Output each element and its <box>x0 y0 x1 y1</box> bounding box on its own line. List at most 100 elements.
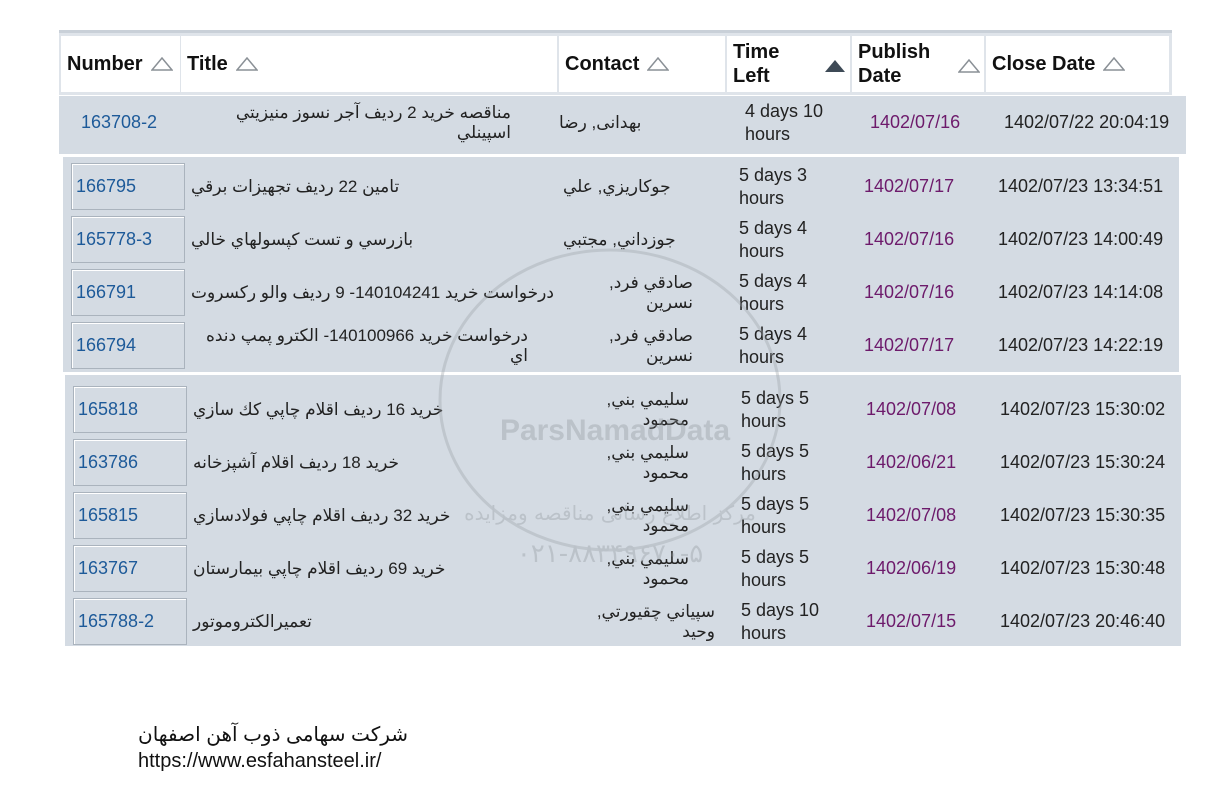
tender-number-link[interactable]: 165818 <box>73 386 187 433</box>
time-left-line: 5 days 5 <box>741 546 810 567</box>
time-left: 5 days 4 hours <box>739 319 849 372</box>
close-date: 1402/07/23 14:22:19 <box>998 335 1164 355</box>
column-label-line: Date <box>858 65 902 87</box>
column-label: Number <box>67 53 143 75</box>
contact-name: جوزداني, مجتبي <box>563 229 676 249</box>
time-left: 5 days 5 hours <box>741 489 851 542</box>
contact-name: سليمي بني, محمود <box>606 389 689 429</box>
publish-date: 1402/07/08 <box>866 399 957 419</box>
time-left-line: 5 days 4 <box>739 323 808 344</box>
contact-name: سليمي بني, محمود <box>606 442 689 482</box>
tender-title: خريد 69 رديف اقلام چاپي بيمارستان <box>193 558 446 578</box>
tender-number-link[interactable]: 165815 <box>73 492 187 539</box>
time-left-line: hours <box>741 516 787 537</box>
contact-name: سپياني چقيورتي, وحيد <box>596 601 715 641</box>
column-label: Contact <box>565 53 640 75</box>
close-date: 1402/07/23 15:30:35 <box>1000 505 1166 525</box>
tender-number-link[interactable]: 166795 <box>71 163 185 210</box>
publish-date: 1402/07/08 <box>866 505 957 525</box>
time-left: 4 days 10 hours <box>745 96 855 149</box>
sort-ascending-active-icon[interactable] <box>824 59 846 73</box>
time-left-line: 5 days 4 <box>739 270 808 291</box>
table-row-group: 166795 تامين 22 رديف تجهيزات برقي جوكاري… <box>63 157 1179 372</box>
time-left-line: 5 days 5 <box>741 493 810 514</box>
close-date: 1402/07/22 20:04:19 <box>1004 112 1170 132</box>
close-date: 1402/07/23 14:00:49 <box>998 229 1164 249</box>
time-left-line: hours <box>745 123 791 144</box>
tender-title: تامين 22 رديف تجهيزات برقي <box>191 176 400 196</box>
sort-ascending-outline-icon[interactable] <box>150 57 173 71</box>
time-left-line: 5 days 3 <box>739 164 808 185</box>
time-left: 5 days 10 hours <box>741 595 851 648</box>
table-header: Number Title Contact Time Left Publish D… <box>59 30 1172 95</box>
contact-name: صادقي فرد, نسرين <box>608 272 693 312</box>
column-header-publish-date[interactable]: Publish Date <box>852 36 984 92</box>
time-left-line: hours <box>739 240 785 261</box>
time-left: 5 days 5 hours <box>741 383 851 436</box>
column-header-time-left[interactable]: Time Left <box>727 36 850 92</box>
table-row[interactable]: 166791 درخواست خريد 140104241- 9 رديف وا… <box>63 266 1179 319</box>
table-row[interactable]: 165778-3 بازرسي و تست كپسولهاي خالي جوزد… <box>63 213 1179 266</box>
time-left-line: hours <box>739 293 785 314</box>
time-left-line: hours <box>741 410 787 431</box>
table-row[interactable]: 165815 خريد 32 رديف اقلام چاپي فولادسازي… <box>65 489 1181 542</box>
sort-ascending-outline-icon[interactable] <box>958 59 980 73</box>
column-label: Close Date <box>992 53 1096 75</box>
publish-date: 1402/06/21 <box>866 452 957 472</box>
tender-number-link[interactable]: 166794 <box>71 322 185 369</box>
time-left-line: 5 days 5 <box>741 440 810 461</box>
time-left-line: hours <box>741 569 787 590</box>
table-row[interactable]: 163708-2 مناقصه خريد 2 رديف آجر نسوز مني… <box>59 96 1186 154</box>
tender-number-link[interactable]: 165778-3 <box>71 216 185 263</box>
time-left-line: 5 days 10 <box>741 599 820 620</box>
time-left-line: 5 days 5 <box>741 387 810 408</box>
tender-number-link[interactable]: 166791 <box>71 269 185 316</box>
time-left-line: 4 days 10 <box>745 100 824 121</box>
tender-title: خريد 18 رديف اقلام آشپزخانه <box>193 452 400 472</box>
column-label-line: Time <box>733 41 780 63</box>
sort-ascending-outline-icon[interactable] <box>1103 57 1126 71</box>
tender-number-link[interactable]: 163708-2 <box>81 96 181 149</box>
tender-title: درخواست خريد 140104241- 9 رديف والو ركسر… <box>191 282 554 302</box>
contact-name: بهدانى, رضا <box>559 112 642 132</box>
time-left: 5 days 4 hours <box>739 213 849 266</box>
publish-date: 1402/06/19 <box>866 558 957 578</box>
sort-ascending-outline-icon[interactable] <box>647 57 670 71</box>
close-date: 1402/07/23 14:14:08 <box>998 282 1164 302</box>
close-date: 1402/07/23 15:30:24 <box>1000 452 1166 472</box>
table-row[interactable]: 165788-2 تعميرالكتروموتور سپياني چقيورتي… <box>65 595 1181 648</box>
column-header-close-date[interactable]: Close Date <box>986 36 1169 92</box>
column-label: Time Left <box>733 40 779 88</box>
publish-date: 1402/07/16 <box>870 112 961 132</box>
column-header-number[interactable]: Number <box>61 36 180 92</box>
contact-name: سليمي بني, محمود <box>606 548 689 588</box>
tender-number-link[interactable]: 163786 <box>73 439 187 486</box>
company-name: شركت سهامی ذوب آهن اصفهان <box>138 724 409 746</box>
time-left-line: hours <box>741 622 787 643</box>
time-left-line: hours <box>741 463 787 484</box>
tender-number-link[interactable]: 165788-2 <box>73 598 187 645</box>
tender-title: خريد 16 رديف اقلام چاپي كك سازي <box>193 399 444 419</box>
table-row[interactable]: 166795 تامين 22 رديف تجهيزات برقي جوكاري… <box>63 160 1179 213</box>
publish-date: 1402/07/17 <box>864 335 955 355</box>
sort-ascending-outline-icon[interactable] <box>235 57 258 71</box>
table-row[interactable]: 163767 خريد 69 رديف اقلام چاپي بيمارستان… <box>65 542 1181 595</box>
column-header-contact[interactable]: Contact <box>559 36 725 92</box>
company-url[interactable]: https://www.esfahansteel.ir/ <box>138 750 381 773</box>
time-left: 5 days 5 hours <box>741 436 851 489</box>
tender-title: تعميرالكتروموتور <box>193 611 312 631</box>
tender-number-link[interactable]: 163767 <box>73 545 187 592</box>
table-row[interactable]: 165818 خريد 16 رديف اقلام چاپي كك سازي س… <box>65 383 1181 436</box>
column-header-title[interactable]: Title <box>181 36 557 92</box>
time-left-line: 5 days 4 <box>739 217 808 238</box>
time-left: 5 days 4 hours <box>739 266 849 319</box>
table-row-group: 163708-2 مناقصه خريد 2 رديف آجر نسوز مني… <box>59 96 1186 154</box>
column-label: Publish Date <box>858 40 930 88</box>
column-label-line: Publish <box>858 41 931 63</box>
tender-title: مناقصه خريد 2 رديف آجر نسوز منيزيتي اسپي… <box>235 102 511 142</box>
publish-date: 1402/07/17 <box>864 176 955 196</box>
contact-name: سليمي بني, محمود <box>606 495 689 535</box>
table-row[interactable]: 163786 خريد 18 رديف اقلام آشپزخانه سليمي… <box>65 436 1181 489</box>
table-row[interactable]: 166794 درخواست خريد 140100966- الكترو پم… <box>63 319 1179 372</box>
tender-title: درخواست خريد 140100966- الكترو پمپ دنده … <box>205 325 528 365</box>
